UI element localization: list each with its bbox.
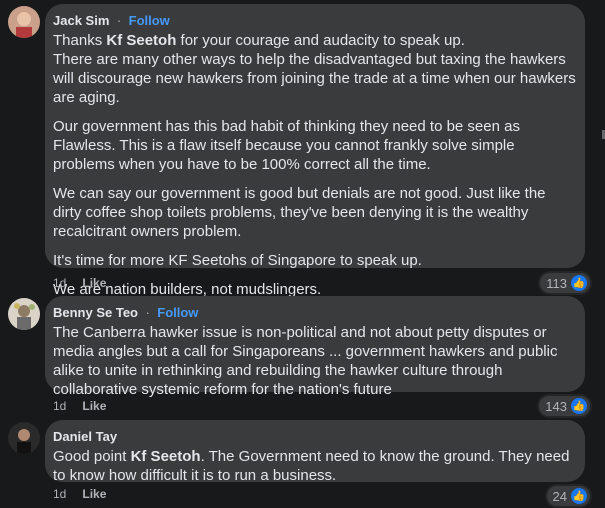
comment-text: Good point — [53, 448, 131, 465]
comment-meta: 1d Like — [53, 487, 106, 501]
timestamp[interactable]: 1d — [53, 399, 66, 413]
comment-paragraph: Our government has this bad habit of thi… — [53, 118, 520, 173]
timestamp[interactable]: 1d — [53, 276, 66, 290]
comment-paragraph: It's time for more KF Seetohs of Singapo… — [53, 252, 422, 269]
reaction-number: 113 — [546, 275, 567, 291]
reaction-count[interactable]: 24 👍 — [544, 484, 592, 508]
reaction-number: 143 — [545, 398, 567, 414]
comment-bubble: Benny Se Teo · Follow The Canberra hawke… — [45, 296, 585, 398]
comment-paragraph: The Canberra hawker issue is non-politic… — [53, 324, 558, 398]
comment-meta: 1d Like — [53, 399, 106, 413]
thumbs-up-icon: 👍 — [571, 275, 587, 291]
follow-button[interactable]: Follow — [157, 305, 198, 320]
author-name[interactable]: Jack Sim — [53, 13, 109, 28]
timestamp[interactable]: 1d — [53, 487, 66, 501]
comment-bubble: Jack Sim · Follow Thanks Kf Seetoh for y… — [45, 4, 585, 317]
separator-dot: · — [116, 13, 122, 28]
comment-paragraph: Thanks Kf Seetoh for your courage and au… — [53, 31, 577, 107]
reaction-count[interactable]: 143 👍 — [537, 394, 592, 418]
separator-dot: · — [145, 305, 150, 320]
author-name[interactable]: Daniel Tay — [53, 429, 117, 444]
comment-bubble: Daniel Tay Good point Kf Seetoh. The Gov… — [45, 420, 585, 485]
reaction-number: 24 — [552, 488, 567, 504]
avatar[interactable] — [8, 298, 40, 330]
comment-paragraph: Good point Kf Seetoh. The Government nee… — [53, 447, 577, 485]
mention-link[interactable]: Kf Seetoh — [131, 448, 201, 465]
comment-text: Thanks — [53, 32, 107, 49]
thumbs-up-icon: 👍 — [571, 398, 587, 414]
mention-link[interactable]: Kf Seetoh — [106, 32, 176, 49]
comment-paragraph: We can say our government is good but de… — [53, 185, 546, 240]
reaction-count[interactable]: 113 👍 — [538, 271, 592, 295]
thumbs-up-icon: 👍 — [571, 488, 587, 504]
like-button[interactable]: Like — [82, 399, 106, 413]
follow-button[interactable]: Follow — [129, 13, 170, 28]
like-button[interactable]: Like — [82, 487, 106, 501]
comment-meta: 1d Like — [53, 276, 106, 290]
author-name[interactable]: Benny Se Teo — [53, 305, 138, 320]
avatar[interactable] — [8, 422, 40, 454]
like-button[interactable]: Like — [82, 276, 106, 290]
avatar[interactable] — [8, 6, 40, 38]
